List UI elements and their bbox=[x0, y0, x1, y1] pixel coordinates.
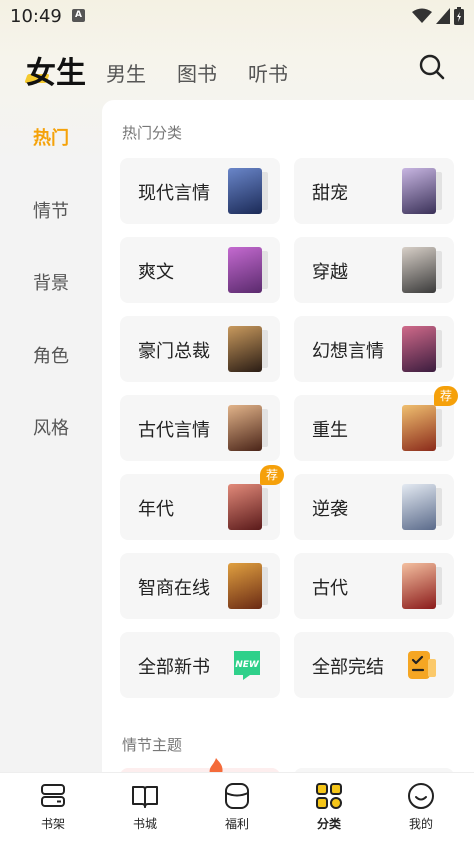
category-label: 古代 bbox=[312, 578, 348, 599]
book-cover-image bbox=[402, 326, 436, 372]
nav-profile[interactable]: 我的 bbox=[381, 781, 461, 832]
nav-bookstore[interactable]: 书城 bbox=[105, 781, 185, 832]
category-card[interactable]: 逆袭 bbox=[294, 474, 454, 540]
nav-label: 书城 bbox=[132, 817, 157, 831]
category-panel: 热门分类 现代言情 甜宠 爽文 穿越 豪门总裁 幻想言情 古代言情 重生荐年代荐逆袭 智商在线古… bbox=[102, 100, 474, 772]
category-card[interactable]: 甜宠 bbox=[294, 158, 454, 224]
category-label: 现代言情 bbox=[138, 183, 210, 204]
nav-label: 书架 bbox=[40, 817, 65, 831]
gift-bag-icon bbox=[225, 783, 249, 809]
battery-icon bbox=[454, 7, 464, 25]
category-label: 重生 bbox=[312, 420, 348, 441]
status-icons bbox=[412, 7, 464, 25]
book-cover-image bbox=[402, 484, 436, 530]
category-label: 逆袭 bbox=[312, 499, 348, 520]
tab-female[interactable]: 女生 bbox=[26, 48, 86, 92]
checklist-icon bbox=[408, 651, 436, 679]
section-title-plot: 情节主题 bbox=[122, 736, 183, 754]
category-card[interactable]: 智商在线 bbox=[120, 553, 280, 619]
book-cover-image bbox=[402, 405, 436, 451]
nav-welfare[interactable]: 福利 bbox=[197, 781, 277, 832]
category-label: 全部完结 bbox=[312, 657, 384, 678]
recommend-badge: 荐 bbox=[433, 386, 458, 406]
status-time: 10:49 bbox=[10, 6, 62, 27]
category-label: 爽文 bbox=[138, 262, 174, 283]
tab-male[interactable]: 男生 bbox=[106, 58, 146, 87]
category-label: 穿越 bbox=[312, 262, 348, 283]
recommend-badge: 荐 bbox=[259, 465, 284, 485]
category-card[interactable]: 全部完结 bbox=[294, 632, 454, 698]
bottom-nav: 书架 书城 福利 分类 我的 bbox=[0, 772, 474, 842]
category-card[interactable]: 重生 荐 bbox=[294, 386, 458, 461]
category-card[interactable]: 现代言情 bbox=[120, 158, 280, 224]
book-cover-image bbox=[402, 563, 436, 609]
wifi-icon bbox=[412, 8, 432, 23]
header: 女生 男生 图书 听书 bbox=[0, 40, 474, 100]
category-label: 年代 bbox=[138, 499, 174, 520]
book-cover-image bbox=[228, 168, 262, 214]
sidebar-item-role[interactable]: 角色 bbox=[0, 342, 102, 368]
tab-audiobooks[interactable]: 听书 bbox=[248, 58, 288, 87]
tab-books[interactable]: 图书 bbox=[177, 58, 217, 87]
category-label: 古代言情 bbox=[138, 420, 210, 441]
bookshelf-icon bbox=[41, 784, 65, 807]
nav-label: 我的 bbox=[408, 817, 433, 831]
category-card[interactable]: 年代 荐 bbox=[120, 465, 284, 540]
sidebar-item-hot[interactable]: 热门 bbox=[0, 124, 102, 150]
category-card[interactable]: 古代言情 bbox=[120, 395, 280, 461]
nav-label: 福利 bbox=[224, 817, 249, 831]
nav-category[interactable]: 分类 bbox=[289, 781, 369, 832]
category-card[interactable]: 豪门总裁 bbox=[120, 316, 280, 382]
category-card[interactable]: 爽文 bbox=[120, 237, 280, 303]
category-label: 豪门总裁 bbox=[138, 341, 210, 362]
book-cover-image bbox=[228, 563, 262, 609]
nav-bookshelf[interactable]: 书架 bbox=[13, 781, 93, 832]
sidebar-item-background[interactable]: 背景 bbox=[0, 269, 102, 295]
section-title-hot: 热门分类 bbox=[122, 124, 183, 142]
status-bar: 10:49 A bbox=[0, 0, 474, 32]
search-icon[interactable] bbox=[418, 53, 446, 81]
sidebar-item-style[interactable]: 风格 bbox=[0, 414, 102, 440]
category-sidebar: 热门 情节 背景 角色 风格 bbox=[0, 100, 102, 772]
book-cover-image bbox=[228, 405, 262, 451]
book-cover-image bbox=[228, 484, 262, 530]
category-label: 甜宠 bbox=[312, 183, 348, 204]
book-cover-image bbox=[402, 168, 436, 214]
fire-icon bbox=[209, 758, 223, 772]
signal-icon bbox=[436, 8, 450, 24]
svg-text:NEW: NEW bbox=[235, 660, 260, 670]
nav-label: 分类 bbox=[316, 817, 341, 831]
book-cover-image bbox=[402, 247, 436, 293]
sidebar-item-plot[interactable]: 情节 bbox=[0, 197, 102, 223]
book-cover-image bbox=[228, 247, 262, 293]
profile-icon bbox=[408, 783, 434, 809]
notification-a-icon: A bbox=[72, 9, 85, 22]
book-cover-image bbox=[228, 326, 262, 372]
category-label: 智商在线 bbox=[138, 578, 210, 599]
category-grid-icon bbox=[316, 783, 342, 809]
category-label: 全部新书 bbox=[138, 657, 210, 678]
category-card[interactable]: 全部新书 NEW bbox=[120, 632, 280, 698]
new-icon: NEW bbox=[234, 651, 260, 680]
category-card[interactable]: 幻想言情 bbox=[294, 316, 454, 382]
open-book-icon bbox=[132, 786, 158, 808]
category-label: 幻想言情 bbox=[312, 341, 384, 362]
category-card[interactable]: 古代 bbox=[294, 553, 454, 619]
category-card[interactable]: 穿越 bbox=[294, 237, 454, 303]
